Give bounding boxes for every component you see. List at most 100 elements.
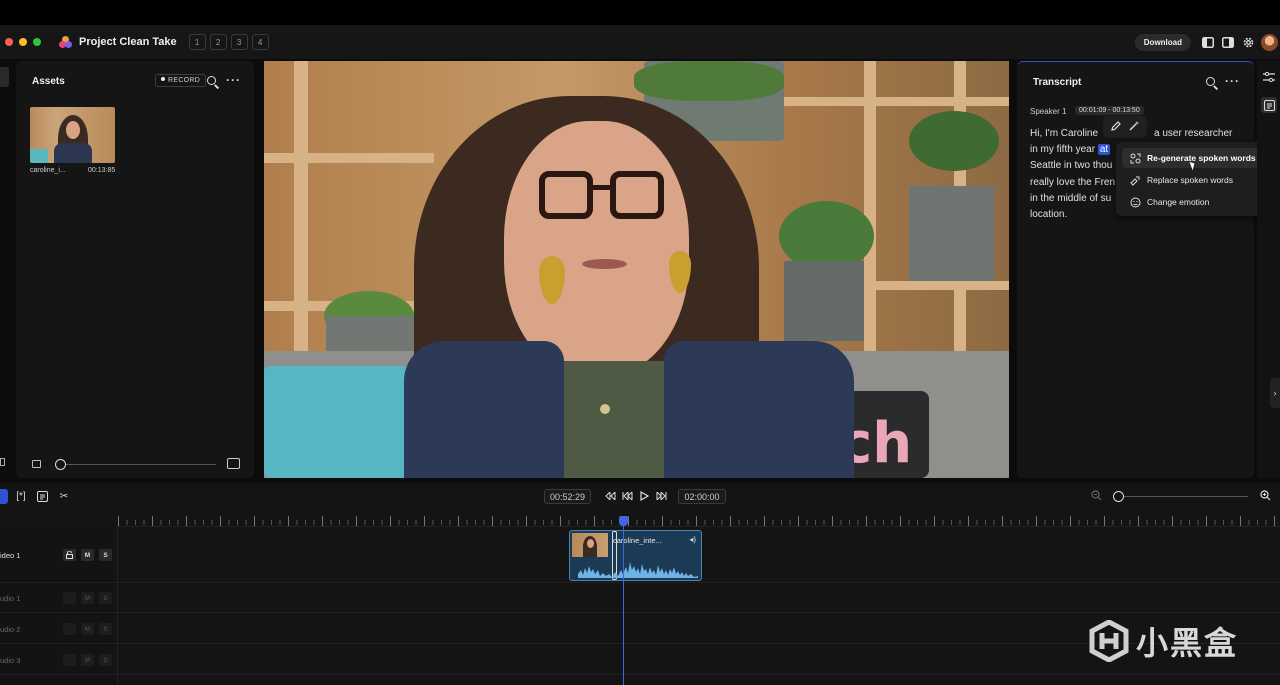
top-strip: [0, 0, 1280, 25]
solo-button[interactable]: S: [99, 549, 112, 561]
track-label: ideo 1: [0, 551, 21, 560]
video-clip[interactable]: caroline_inte... ◂): [569, 530, 702, 581]
solo-button[interactable]: S: [99, 623, 112, 635]
transcript-panel-icon[interactable]: [1261, 97, 1277, 113]
download-button[interactable]: Download: [1134, 33, 1191, 51]
transcript-more-icon[interactable]: ···: [1225, 74, 1240, 88]
menu-item-label: Re-generate spoken words: [1147, 153, 1256, 163]
play-icon[interactable]: [638, 490, 650, 502]
mute-button[interactable]: M: [81, 654, 94, 666]
split-scissors-icon[interactable]: ✂: [57, 490, 71, 503]
record-dot-icon: [161, 77, 165, 81]
pencil-icon[interactable]: [1110, 120, 1122, 135]
track-lock-icon[interactable]: [63, 623, 76, 635]
watermark-logo-icon: [1088, 619, 1130, 663]
clip-volume-icon[interactable]: ◂): [689, 535, 696, 544]
zoom-in-icon[interactable]: [1260, 490, 1271, 501]
app-logo-icon: [59, 35, 72, 49]
transcript-line[interactable]: in my fifth year at: [1030, 144, 1111, 155]
transcript-line[interactable]: Hi, I'm Caroline: [1030, 128, 1098, 139]
skip-back-icon[interactable]: [604, 490, 616, 502]
settings-gear-icon[interactable]: [1241, 35, 1255, 49]
transcript-line[interactable]: Seattle in two thou: [1030, 160, 1112, 171]
expand-panel-chevron-icon[interactable]: ›: [1270, 378, 1280, 408]
replace-icon: [1129, 174, 1141, 186]
captions-icon[interactable]: [35, 490, 49, 503]
tab-4[interactable]: 4: [251, 34, 269, 50]
asset-duration: 00:13:85: [88, 167, 116, 174]
regenerate-spoken-words-item[interactable]: Re-generate spoken words: [1122, 148, 1270, 168]
magic-wand-icon[interactable]: [1128, 120, 1140, 135]
left-collapsed-tab[interactable]: [0, 67, 9, 87]
track-label: udio 2: [0, 625, 21, 634]
transcript-line[interactable]: really love the Fren: [1030, 177, 1115, 188]
asset-name: caroline_i...: [30, 167, 66, 174]
playhead-line[interactable]: [623, 517, 624, 685]
thumbnail-size-slider[interactable]: [55, 459, 66, 470]
track-lock-icon[interactable]: [63, 654, 76, 666]
menu-item-label: Change emotion: [1147, 197, 1210, 207]
assets-title: Assets: [32, 76, 65, 87]
track-label: udio 1: [0, 594, 21, 603]
transcript-line-continued[interactable]: a user researcher: [1154, 128, 1232, 139]
change-emotion-item[interactable]: Change emotion ›: [1122, 192, 1270, 212]
select-tool-button[interactable]: [0, 489, 8, 504]
regenerate-icon: [1129, 152, 1141, 164]
tab-2[interactable]: 2: [209, 34, 227, 50]
thumbnail-size-track[interactable]: [60, 464, 216, 465]
ruler-major-ticks: [118, 516, 1280, 526]
solo-button[interactable]: S: [99, 654, 112, 666]
mute-button[interactable]: M: [81, 592, 94, 604]
replace-spoken-words-item[interactable]: Replace spoken words: [1122, 170, 1270, 190]
transcript-line[interactable]: location.: [1030, 209, 1067, 220]
current-timecode[interactable]: 00:52:29: [544, 489, 591, 504]
header-actions: Download: [1134, 25, 1280, 59]
user-avatar[interactable]: [1261, 33, 1278, 51]
transcript-search-icon[interactable]: [1206, 77, 1219, 90]
speaker-timestamp: 00:01:09 - 00:13:50: [1075, 106, 1144, 115]
window-controls: [5, 38, 41, 46]
assets-more-icon[interactable]: ···: [226, 73, 241, 87]
clip-name: caroline_inte...: [613, 536, 662, 545]
adjustments-sliders-icon[interactable]: [1261, 69, 1277, 85]
minimize-window-button[interactable]: [19, 38, 27, 46]
transcript-line[interactable]: in the middle of su: [1030, 193, 1111, 204]
solo-button[interactable]: S: [99, 592, 112, 604]
maximize-window-button[interactable]: [33, 38, 41, 46]
transcript-text[interactable]: in my fifth year: [1030, 144, 1095, 155]
speaker-label[interactable]: Speaker 1: [1030, 107, 1066, 116]
close-window-button[interactable]: [5, 38, 13, 46]
large-thumbnail-icon[interactable]: [227, 458, 240, 469]
zoom-track[interactable]: [1124, 496, 1248, 497]
small-thumbnail-icon[interactable]: [32, 460, 41, 468]
mute-button[interactable]: M: [81, 623, 94, 635]
track-lock-icon[interactable]: [63, 592, 76, 604]
left-panel-toggle-icon[interactable]: [1201, 35, 1215, 49]
timeline-toolbar: [*] ✂ 00:52:29 02:00:00: [0, 483, 1280, 511]
word-context-menu: Re-generate spoken words Replace spoken …: [1116, 142, 1274, 216]
menu-item-label: Replace spoken words: [1147, 175, 1233, 185]
tab-1[interactable]: 1: [188, 34, 206, 50]
mute-button[interactable]: M: [81, 549, 94, 561]
total-duration: 02:00:00: [678, 489, 726, 504]
video-preview[interactable]: ch: [264, 61, 1009, 478]
transcript-title: Transcript: [1033, 77, 1082, 88]
assets-search-icon[interactable]: [207, 76, 220, 89]
audio-track-1[interactable]: udio 1 M S: [0, 583, 1280, 613]
step-forward-icon[interactable]: [655, 490, 667, 502]
tab-3[interactable]: 3: [230, 34, 248, 50]
right-panel-toggle-icon[interactable]: [1221, 35, 1235, 49]
assets-panel: Assets RECORD ··· caroline_i... 00:13:85: [16, 61, 254, 478]
selected-word[interactable]: at: [1097, 144, 1111, 155]
left-edge-icon[interactable]: [0, 458, 5, 466]
transcript-panel: Transcript ··· Speaker 1 00:01:09 - 00:1…: [1017, 61, 1274, 478]
record-button[interactable]: RECORD: [155, 74, 207, 87]
track-lock-icon[interactable]: [63, 549, 76, 561]
zoom-out-icon[interactable]: [1091, 490, 1102, 501]
asset-thumbnail[interactable]: [30, 107, 115, 163]
step-back-icon[interactable]: [621, 490, 633, 502]
project-title[interactable]: Project Clean Take: [79, 36, 177, 48]
trim-bracket-icon[interactable]: [*]: [14, 490, 28, 503]
audio-waveform: [578, 562, 698, 578]
zoom-slider[interactable]: [1113, 491, 1124, 502]
